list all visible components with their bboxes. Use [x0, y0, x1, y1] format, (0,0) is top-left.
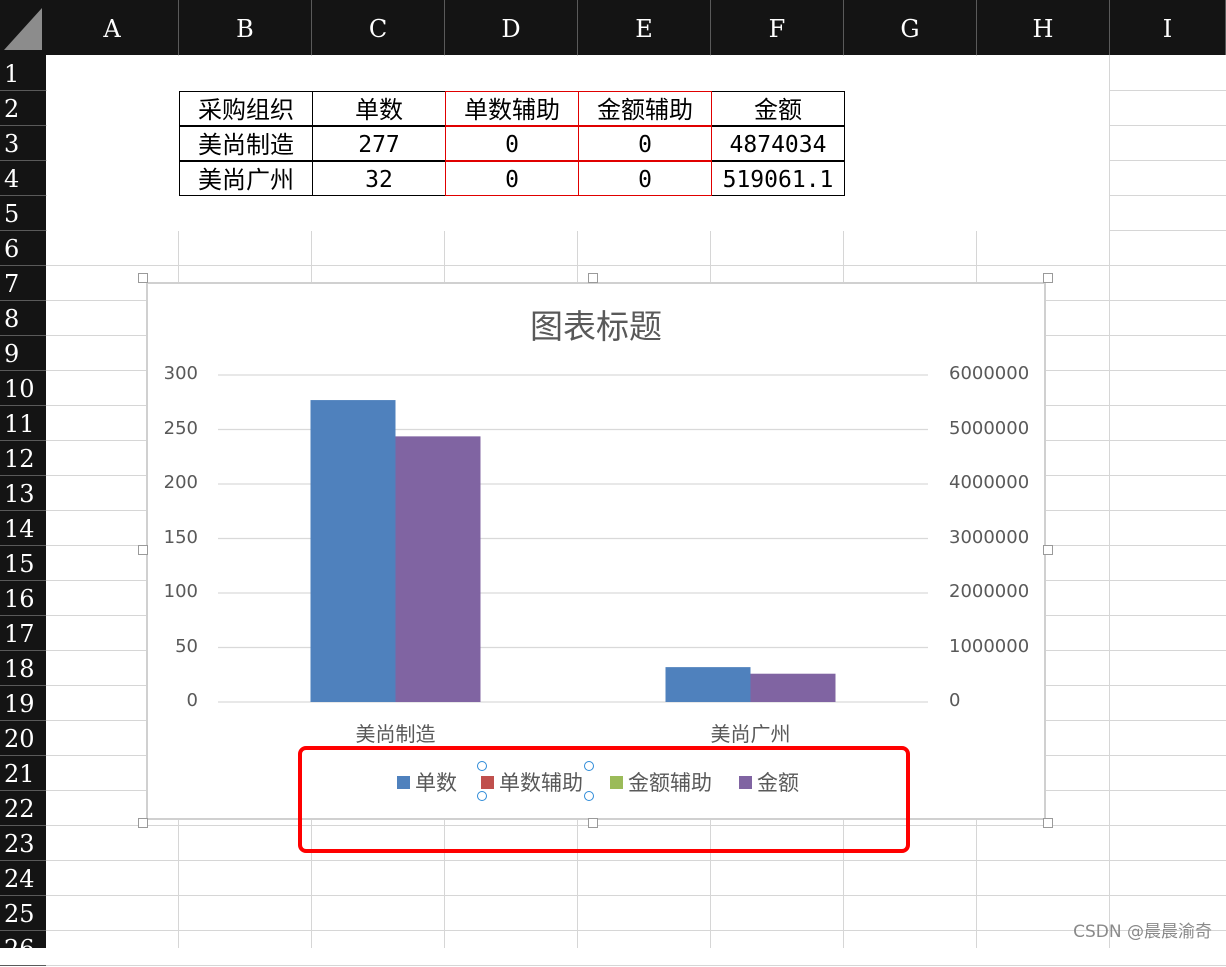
- table-cell[interactable]: 0: [578, 161, 712, 196]
- chart-resize-handle[interactable]: [138, 545, 148, 555]
- y-axis-left-tick-label: 200: [163, 472, 198, 493]
- bar-单数-美尚制造[interactable]: [310, 400, 396, 702]
- y-axis-left-tick-label: 150: [163, 526, 198, 548]
- chart-resize-handle[interactable]: [1043, 273, 1053, 283]
- legend-highlight-annotation: [298, 746, 910, 853]
- chart-resize-handle[interactable]: [138, 818, 148, 828]
- y-axis-right-tick-label: 2000000: [949, 581, 1030, 602]
- bar-金额-美尚广州[interactable]: [750, 673, 836, 702]
- table-header-cell[interactable]: 金额辅助: [578, 91, 712, 126]
- y-axis-right-tick-label: 6000000: [949, 363, 1030, 384]
- chart-resize-handle[interactable]: [138, 273, 148, 283]
- table-cell[interactable]: 0: [578, 126, 712, 161]
- y-axis-right-tick-label: 0: [949, 690, 961, 711]
- bar-金额-美尚制造[interactable]: [395, 436, 481, 702]
- y-axis-left-tick-label: 250: [163, 417, 198, 439]
- bar-单数-美尚广州[interactable]: [665, 667, 751, 702]
- chart-resize-handle[interactable]: [588, 273, 598, 283]
- y-axis-left-tick-label: 300: [163, 363, 198, 384]
- table-cell[interactable]: 0: [445, 126, 579, 161]
- grid-line-horizontal: [46, 965, 1226, 966]
- y-axis-right-tick-label: 3000000: [949, 526, 1030, 548]
- y-axis-right-tick-label: 4000000: [949, 472, 1030, 493]
- table-header-cell[interactable]: 单数辅助: [445, 91, 579, 126]
- chart-resize-handle[interactable]: [1043, 818, 1053, 828]
- chart-resize-handle[interactable]: [1043, 545, 1053, 555]
- watermark: CSDN @晨晨渝奇: [1073, 922, 1212, 942]
- y-axis-right-tick-label: 1000000: [949, 635, 1030, 657]
- x-axis-category-label: 美尚制造: [355, 722, 436, 746]
- y-axis-left-tick-label: 0: [186, 690, 198, 711]
- y-axis-left-tick-label: 100: [163, 581, 198, 602]
- y-axis-left-tick-label: 50: [175, 635, 198, 657]
- table-cell[interactable]: 0: [445, 161, 579, 196]
- y-axis-right-tick-label: 5000000: [949, 417, 1030, 439]
- x-axis-category-label: 美尚广州: [710, 722, 791, 746]
